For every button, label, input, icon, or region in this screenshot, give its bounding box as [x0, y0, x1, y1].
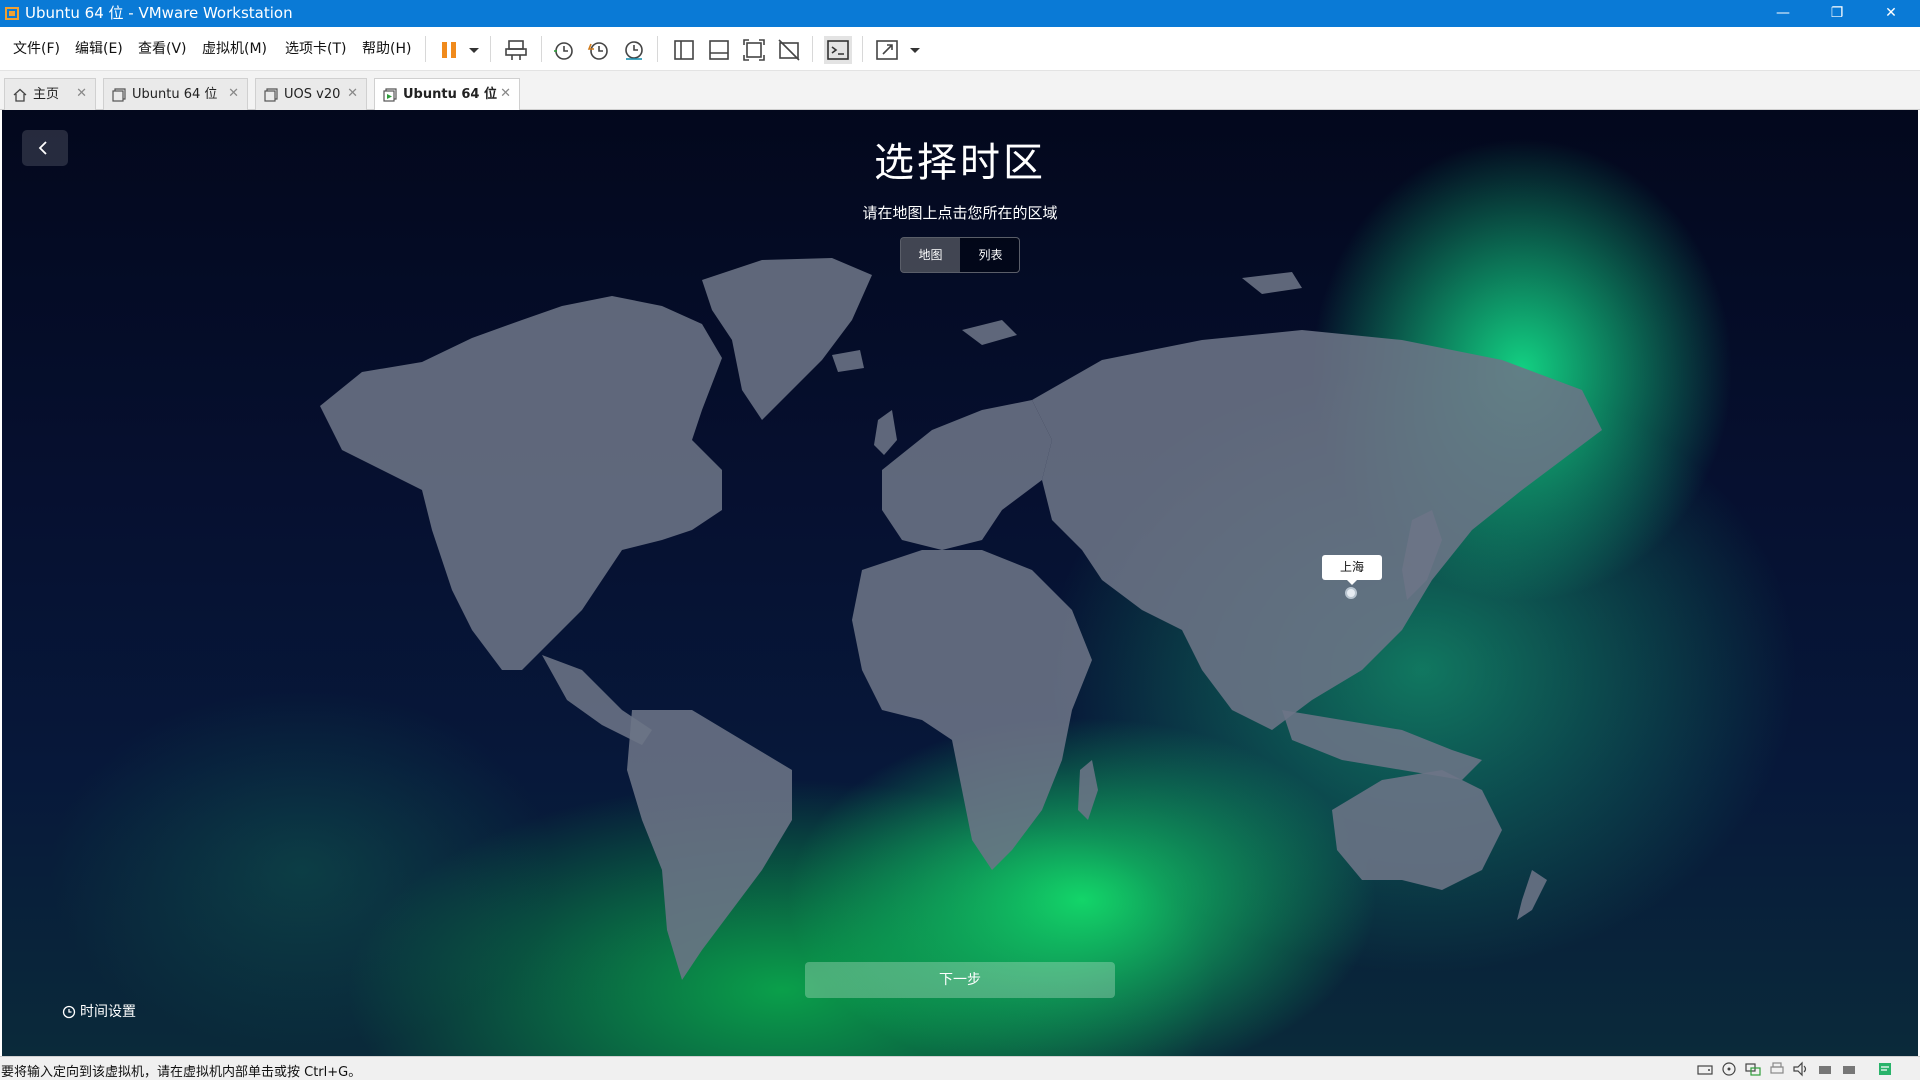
menu-view[interactable]: 查看(V) [138, 39, 187, 59]
menu-toolbar: 文件(F) 编辑(E) 查看(V) 虚拟机(M) 选项卡(T) 帮助(H) [0, 27, 1920, 71]
snapshot-icon[interactable] [550, 36, 578, 64]
cd-dvd-icon[interactable] [1720, 1061, 1738, 1077]
tab-label: Ubuntu 64 位 [403, 87, 497, 102]
window-title: Ubuntu 64 位 - VMware Workstation [25, 4, 293, 22]
toolbar-separator [862, 36, 863, 62]
stretch-guest-icon[interactable] [873, 36, 901, 64]
view-toggle: 地图 列表 [900, 237, 1020, 273]
snapshot-manager-icon[interactable] [620, 36, 648, 64]
north-america-region [320, 296, 722, 670]
network-adapter-icon[interactable] [1744, 1061, 1762, 1077]
show-library-icon[interactable] [670, 36, 698, 64]
console-view-icon[interactable] [824, 36, 852, 64]
next-button[interactable]: 下一步 [805, 962, 1115, 998]
vm-tab-bar: 主页 ✕ Ubuntu 64 位 ✕ UOS v20 ✕ Ubuntu 64 位… [0, 71, 1920, 111]
south-america-region [627, 710, 792, 980]
page-title: 选择时区 [874, 140, 1046, 186]
toolbar-separator [541, 36, 542, 62]
southeast-asia-islands-region [1282, 710, 1482, 780]
timezone-pin[interactable] [1345, 587, 1357, 599]
menu-file[interactable]: 文件(F) [13, 39, 60, 59]
vm-running-icon [383, 88, 397, 102]
tab-label: UOS v20 [284, 87, 341, 102]
revert-snapshot-icon[interactable] [585, 36, 613, 64]
toolbar-separator [812, 36, 813, 62]
europe-region [882, 400, 1052, 550]
tab-close-icon[interactable]: ✕ [347, 86, 358, 101]
vm-console-screen[interactable]: 选择时区 请在地图上点击您所在的区域 地图 列表 上海 下一步 时间设置 [2, 110, 1918, 1056]
selected-city-label: 上海 [1322, 555, 1382, 585]
full-screen-icon[interactable] [740, 36, 768, 64]
tab-label: 主页 [33, 87, 60, 102]
vmware-app-icon [5, 7, 19, 20]
menu-help[interactable]: 帮助(H) [362, 39, 411, 59]
map-view-button[interactable]: 地图 [901, 238, 960, 272]
time-settings-label: 时间设置 [80, 1004, 136, 1020]
status-message: 要将输入定向到该虚拟机，请在虚拟机内部单击或按 Ctrl+G。 [1, 1065, 362, 1080]
arctic-islands-region [962, 320, 1017, 345]
minimize-button[interactable]: — [1756, 0, 1810, 27]
send-ctrl-alt-del-icon[interactable] [502, 36, 530, 64]
australia-region [1332, 770, 1502, 890]
restore-button[interactable]: ❐ [1810, 0, 1864, 27]
tab-home[interactable]: 主页 ✕ [4, 78, 96, 110]
unity-mode-icon[interactable] [775, 36, 803, 64]
printer-icon[interactable] [1768, 1061, 1786, 1077]
tab-label: Ubuntu 64 位 [132, 87, 218, 102]
greenland-region [702, 258, 872, 420]
toolbar-separator [425, 36, 426, 62]
sound-card-icon[interactable] [1792, 1061, 1810, 1077]
close-window-button[interactable]: ✕ [1864, 0, 1918, 27]
tab-close-icon[interactable]: ✕ [228, 86, 239, 101]
iceland-region [832, 350, 864, 372]
clock-settings-icon [62, 1005, 76, 1019]
home-icon [13, 88, 27, 102]
display-icon[interactable] [1840, 1061, 1858, 1077]
menu-tabs[interactable]: 选项卡(T) [285, 39, 346, 59]
toolbar-separator [657, 36, 658, 62]
usb-device-icon[interactable] [1816, 1061, 1834, 1077]
new-zealand-region [1517, 870, 1547, 920]
asia-region [1032, 330, 1602, 730]
hard-disk-icon[interactable] [1696, 1061, 1714, 1077]
toolbar-separator [490, 36, 491, 62]
tab-ubuntu-64-active[interactable]: Ubuntu 64 位 ✕ [374, 78, 520, 111]
page-subtitle: 请在地图上点击您所在的区域 [862, 204, 1058, 222]
tab-uos-v20[interactable]: UOS v20 ✕ [255, 78, 367, 110]
africa-region [852, 550, 1092, 870]
tab-close-icon[interactable]: ✕ [500, 86, 511, 101]
stretch-dropdown-icon[interactable] [901, 36, 920, 64]
menu-vm[interactable]: 虚拟机(M) [202, 39, 267, 59]
message-log-icon[interactable] [1876, 1061, 1894, 1077]
tab-close-icon[interactable]: ✕ [76, 86, 87, 101]
show-thumbnail-bar-icon[interactable] [705, 36, 733, 64]
power-dropdown-icon[interactable] [460, 36, 479, 64]
menu-edit[interactable]: 编辑(E) [75, 39, 123, 59]
vm-icon [264, 88, 278, 102]
status-bar: 要将输入定向到该虚拟机，请在虚拟机内部单击或按 Ctrl+G。 [0, 1056, 1920, 1080]
window-title-bar: Ubuntu 64 位 - VMware Workstation — ❐ ✕ [0, 0, 1920, 27]
vm-icon [112, 88, 126, 102]
madagascar-region [1078, 760, 1098, 820]
tab-ubuntu-64[interactable]: Ubuntu 64 位 ✕ [103, 78, 248, 110]
uk-region [874, 410, 897, 455]
list-view-button[interactable]: 列表 [961, 238, 1019, 272]
arctic-islands-region [1242, 272, 1302, 294]
